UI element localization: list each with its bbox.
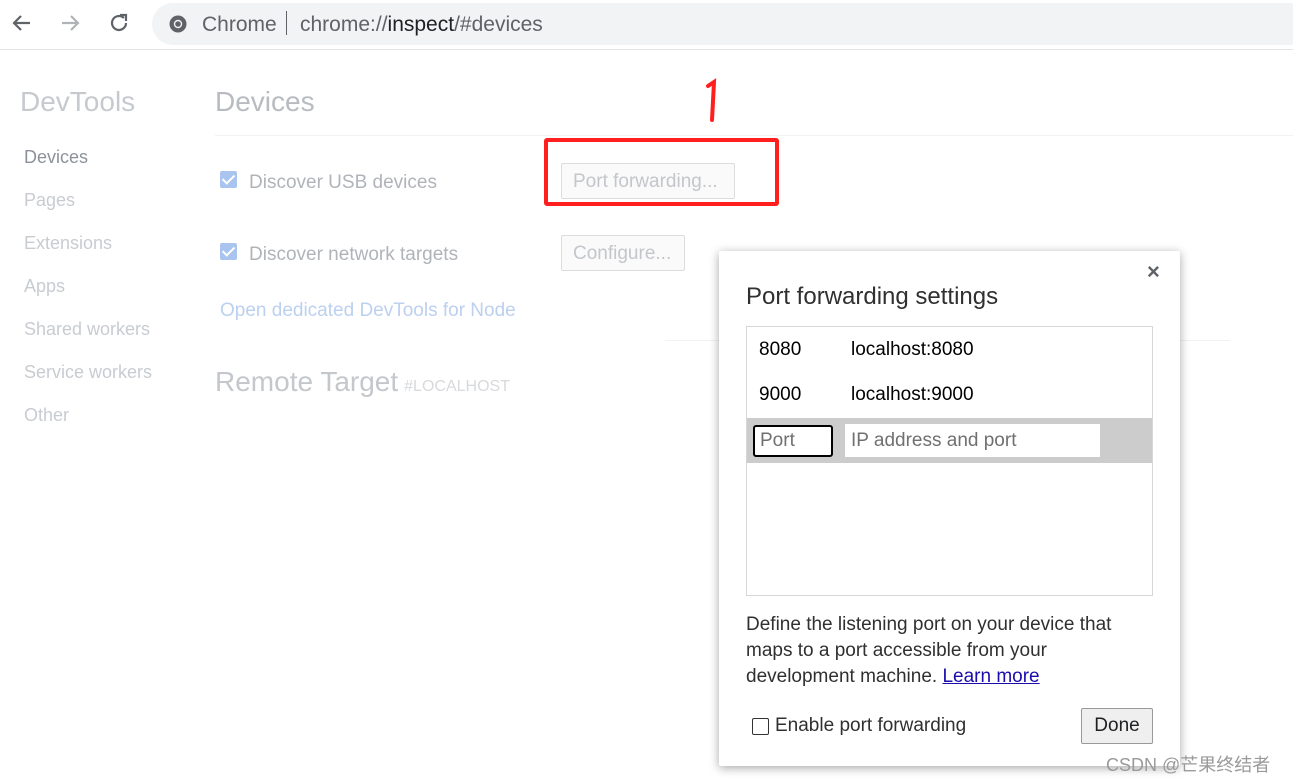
new-rule-row [747,418,1152,463]
browser-toolbar: Chrome chrome://inspect/#devices [0,0,1293,50]
omnibox-separator [286,11,287,35]
sidebar-item-extensions[interactable]: Extensions [24,233,112,254]
discover-network-label: Discover network targets [249,244,459,265]
watermark: CSDN @芒果终结者 [1106,755,1271,775]
sidebar-item-shared-workers[interactable]: Shared workers [24,319,150,340]
sidebar-item-devices[interactable]: Devices [24,147,88,168]
enable-port-forwarding-label: Enable port forwarding [775,715,967,736]
learn-more-link[interactable]: Learn more [942,666,1039,687]
annotation-box-1 [544,138,779,206]
rule-address: localhost:9000 [851,384,974,405]
arrow-left-icon [12,15,30,31]
sidebar-title: DevTools [20,86,136,117]
url-text: chrome://inspect/#devices [300,13,543,36]
omnibox-prefix: Chrome [202,13,277,36]
enable-port-forwarding[interactable]: Enable port forwarding [752,715,966,737]
dialog-title: Port forwarding settings [746,283,999,310]
port-input[interactable] [753,425,833,457]
dialog-description: Define the listening port on your device… [746,614,1112,687]
page-title: Devices [215,86,315,117]
configure-button[interactable]: Configure... [561,235,685,271]
divider [215,135,1293,136]
remote-target-host: #LOCALHOST [404,378,510,395]
rule-address: localhost:8080 [851,339,974,360]
chrome-icon [169,15,187,33]
port-rule-list: 8080 localhost:8080 9000 localhost:9000 [746,326,1153,596]
sidebar-item-other[interactable]: Other [24,405,69,426]
node-devtools-link[interactable]: Open dedicated DevTools for Node [220,300,516,322]
sidebar-item-service-workers[interactable]: Service workers [24,362,152,383]
discover-usb-checkbox[interactable] [220,171,237,188]
close-icon[interactable]: × [1147,259,1160,285]
address-bar[interactable]: Chrome chrome://inspect/#devices [152,3,1293,45]
discover-usb-label: Discover USB devices [249,172,437,193]
address-input[interactable] [845,424,1100,457]
enable-port-forwarding-checkbox[interactable] [752,717,769,735]
reload-button[interactable] [104,8,134,38]
sidebar-item-pages[interactable]: Pages [24,190,75,211]
remote-target-title: Remote Target #LOCALHOST [215,366,510,397]
list-item[interactable]: 8080 localhost:8080 [747,327,1152,372]
annotation-mark-1 [706,78,717,122]
arrow-right-icon [62,15,80,31]
rule-port: 8080 [759,339,802,360]
rule-port: 9000 [759,384,802,405]
discover-network-checkbox[interactable] [220,243,237,260]
list-item[interactable]: 9000 localhost:9000 [747,372,1152,417]
back-button[interactable] [7,8,37,38]
done-button[interactable]: Done [1081,708,1153,744]
forward-button[interactable] [55,8,85,38]
reload-icon [110,13,128,32]
sidebar-item-apps[interactable]: Apps [24,276,65,297]
port-forwarding-dialog: × Port forwarding settings 8080 localhos… [719,251,1180,766]
